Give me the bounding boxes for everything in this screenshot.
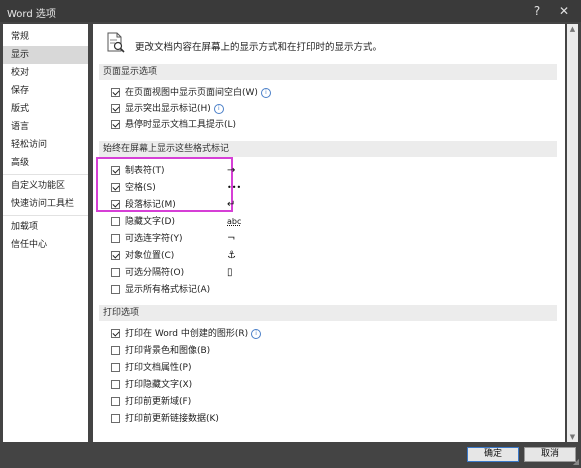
optional-hyphen-icon: ¬ (227, 233, 236, 244)
section-header-format-marks: 始终在屏幕上显示这些格式标记 (99, 141, 557, 157)
window-title: Word 选项 (7, 9, 56, 20)
option-label: 打印背景色和图像(B) (125, 346, 211, 356)
scroll-down-icon[interactable]: ▼ (567, 432, 578, 442)
checkbox[interactable] (111, 363, 120, 372)
sidebar-item-display[interactable]: 显示 (3, 46, 88, 64)
sidebar-item-accessibility[interactable]: 轻松访问 (3, 136, 88, 154)
sidebar-item-add-ins[interactable]: 加载项 (3, 218, 88, 236)
ok-button[interactable]: 确定 (467, 447, 519, 462)
cancel-button[interactable]: 取消 (524, 447, 576, 462)
option-label: 空格(S) (125, 183, 156, 193)
hidden-text-icon: abc (227, 217, 242, 226)
section-header-print: 打印选项 (99, 305, 557, 321)
checkbox[interactable] (111, 346, 120, 355)
checkbox[interactable] (111, 268, 120, 277)
sidebar-item-proofing[interactable]: 校对 (3, 64, 88, 82)
info-icon: i (251, 328, 262, 339)
option-label: 可选连字符(Y) (125, 234, 183, 244)
info-icon: i (260, 87, 271, 98)
sidebar-item-language[interactable]: 语言 (3, 118, 88, 136)
checkbox[interactable] (111, 183, 120, 192)
option-label: 对象位置(C) (125, 251, 175, 261)
space-dots-icon: ••• (227, 183, 242, 192)
sidebar-item-advanced[interactable]: 高级 (3, 154, 88, 172)
resize-grip-icon[interactable]: ◢ (573, 457, 579, 466)
option-label: 可选分隔符(O) (125, 268, 185, 278)
anchor-icon: ⚓ (227, 250, 236, 261)
checkbox[interactable] (111, 380, 120, 389)
checkbox[interactable] (111, 251, 120, 260)
word-options-window: Word 选项 ? ✕ 常规 显示 校对 保存 版式 语言 轻松访问 高级 自定… (0, 0, 581, 468)
checkbox[interactable] (111, 234, 120, 243)
info-icon: i (213, 103, 224, 114)
option-label: 在页面视图中显示页面间空白(W) (125, 88, 258, 98)
checkbox[interactable] (111, 217, 120, 226)
checkbox[interactable] (111, 200, 120, 209)
options-panel: 更改文档内容在屏幕上的显示方式和在打印时的显示方式。 页面显示选项 在页面视图中… (93, 24, 565, 442)
option-label: 显示所有格式标记(A) (125, 285, 211, 295)
option-label: 打印前更新域(F) (125, 397, 192, 407)
option-label: 制表符(T) (125, 166, 165, 176)
close-button[interactable]: ✕ (553, 2, 575, 20)
sidebar-item-quick-access-toolbar[interactable]: 快速访问工具栏 (3, 195, 88, 213)
sidebar-item-customize-ribbon[interactable]: 自定义功能区 (3, 177, 88, 195)
checkbox[interactable] (111, 120, 120, 129)
doc-magnifier-icon (107, 32, 125, 53)
panel-description: 更改文档内容在屏幕上的显示方式和在打印时的显示方式。 (135, 42, 383, 53)
option-label: 打印前更新链接数据(K) (125, 414, 219, 424)
checkbox[interactable] (111, 329, 120, 338)
title-bar: Word 选项 ? ✕ (0, 0, 581, 22)
option-label: 打印在 Word 中创建的图形(R) (125, 329, 249, 339)
option-label: 打印文档属性(P) (125, 363, 192, 373)
sidebar: 常规 显示 校对 保存 版式 语言 轻松访问 高级 自定义功能区 快速访问工具栏… (3, 24, 88, 442)
option-label: 打印隐藏文字(X) (125, 380, 193, 390)
vertical-scrollbar[interactable]: ▲ ▼ (567, 24, 578, 442)
option-label: 显示突出显示标记(H) (125, 104, 211, 114)
checkbox[interactable] (111, 414, 120, 423)
optional-break-icon: ▯ (227, 267, 233, 278)
help-button[interactable]: ? (526, 2, 548, 20)
section-header-page-display: 页面显示选项 (99, 64, 557, 80)
scroll-up-icon[interactable]: ▲ (567, 24, 578, 34)
checkbox[interactable] (111, 397, 120, 406)
option-label: 段落标记(M) (125, 200, 176, 210)
checkbox[interactable] (111, 285, 120, 294)
sidebar-divider (3, 174, 88, 175)
option-label: 悬停时显示文档工具提示(L) (125, 120, 237, 130)
dialog-footer: 确定 取消 ◢ (0, 442, 581, 468)
sidebar-item-general[interactable]: 常规 (3, 28, 88, 46)
option-label: 隐藏文字(D) (125, 217, 175, 227)
sidebar-item-trust-center[interactable]: 信任中心 (3, 236, 88, 254)
checkbox[interactable] (111, 88, 120, 97)
sidebar-item-save[interactable]: 保存 (3, 82, 88, 100)
checkbox[interactable] (111, 104, 120, 113)
tab-arrow-icon: → (227, 165, 236, 176)
sidebar-divider (3, 215, 88, 216)
checkbox[interactable] (111, 166, 120, 175)
sidebar-item-layout[interactable]: 版式 (3, 100, 88, 118)
paragraph-mark-icon: ↵ (227, 199, 236, 210)
